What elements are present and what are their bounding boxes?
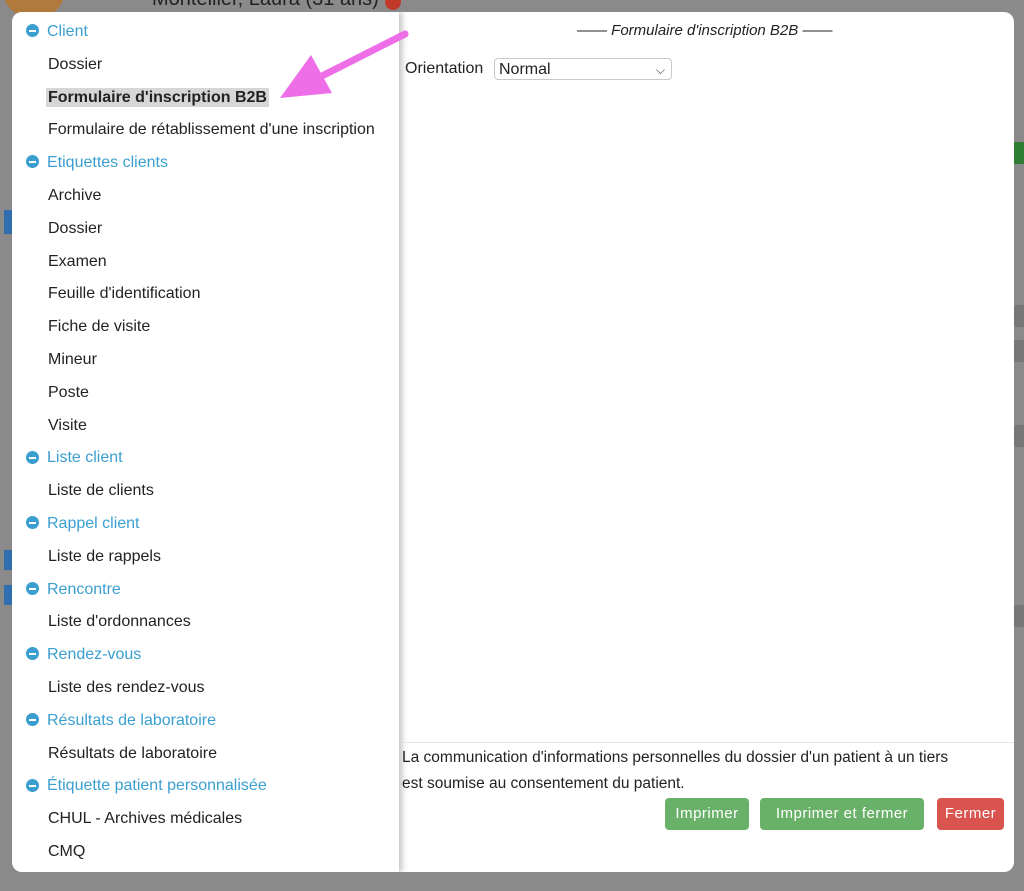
orientation-select[interactable]: Normal ⌵ (494, 58, 672, 80)
consent-notice: La communication d'informations personne… (402, 742, 1014, 797)
tree-item[interactable]: Liste de rappels (12, 542, 163, 572)
background-marker (4, 585, 12, 605)
tree-item[interactable]: Dossier (12, 50, 104, 80)
tree-item[interactable]: Formulaire d'inscription B2B (12, 83, 269, 113)
print-and-close-button[interactable]: Imprimer et fermer (760, 798, 924, 830)
tree-group-label: Résultats de laboratoire (47, 711, 216, 729)
print-button[interactable]: Imprimer (665, 798, 749, 830)
tree-item-label: Liste des rendez-vous (48, 679, 205, 696)
tree-item-label: Résultats de laboratoire (48, 744, 217, 762)
tree-item[interactable]: Visite (12, 411, 89, 441)
collapse-icon[interactable] (26, 778, 39, 792)
tree-item-label: Liste de rappels (48, 547, 161, 565)
tree-item-label: CHUL - Archives médicales (48, 810, 243, 828)
tree-item[interactable]: Liste de clients (12, 476, 156, 506)
tree-item-label: Feuille d'identification (48, 285, 201, 303)
tree-group-label: Rappel client (47, 515, 140, 532)
tree-group[interactable]: Rappel client (12, 509, 140, 539)
tree-item-label: Liste de clients (48, 482, 154, 500)
tree-item-label: Archive (48, 187, 102, 204)
background-marker (4, 210, 12, 234)
consent-notice-line: est soumise au consentement du patient. (402, 775, 685, 792)
tree-group[interactable]: Liste client (12, 443, 123, 473)
tree-item-label: Mineur (48, 351, 97, 368)
tree-group[interactable]: Rencontre (12, 575, 121, 605)
tree-item[interactable]: Examen (12, 247, 109, 277)
print-dialog: Client Dossier Formulaire d'inscription B2… (12, 12, 1014, 872)
report-tree: Client Dossier Formulaire d'inscription B2… (12, 12, 399, 872)
tree-item-label: Dossier (48, 219, 103, 237)
tree-group[interactable]: Rendez-vous (12, 640, 141, 670)
tree-item-label: Liste d'ordonnances (48, 613, 191, 631)
collapse-icon[interactable] (26, 24, 39, 38)
tree-item-label: Formulaire de rétablissement d'une inscr… (48, 121, 375, 139)
tree-group-label: Rendez-vous (47, 646, 142, 664)
tree-group[interactable]: Résultats de laboratoire (12, 706, 216, 736)
tree-group-label: Liste client (47, 449, 123, 467)
close-button[interactable]: Fermer (937, 798, 1004, 830)
background-marker (4, 550, 12, 570)
tree-group-label: Client (47, 23, 88, 40)
tree-item[interactable]: Feuille d'identification (12, 279, 202, 309)
collapse-icon[interactable] (26, 155, 39, 169)
tree-item-label: Visite (48, 416, 87, 434)
collapse-icon[interactable] (26, 713, 39, 727)
tree-item-label: CMQ (48, 843, 86, 860)
collapse-icon[interactable] (26, 647, 39, 661)
tree-item-label: Examen (48, 252, 107, 270)
tree-item[interactable]: Liste des rendez-vous (12, 673, 207, 703)
collapse-icon[interactable] (26, 581, 39, 595)
alert-icon (385, 0, 401, 10)
tree-item[interactable]: Poste (12, 378, 91, 408)
chevron-down-icon: ⌵ (655, 63, 665, 77)
orientation-value: Normal (499, 61, 551, 78)
form-title: —— Formulaire d'inscription B2B —— (577, 22, 833, 39)
consent-notice-line: La communication d'informations personne… (402, 749, 949, 766)
tree-item[interactable]: Résultats de laboratoire (12, 739, 219, 769)
tree-group[interactable]: Étiquette patient personnalisée (12, 771, 267, 801)
tree-item-label: Dossier (48, 55, 103, 73)
tree-item[interactable]: Fiche de visite (12, 312, 152, 342)
tree-group[interactable]: Etiquettes clients (12, 148, 168, 178)
tree-group-label: Etiquettes clients (47, 154, 168, 172)
tree-item[interactable]: Archive (12, 181, 103, 211)
orientation-label: Orientation (405, 60, 484, 77)
tree-group-label: Étiquette patient personnalisée (47, 777, 267, 795)
tree-item-label: Formulaire d'inscription B2B (46, 87, 269, 107)
tree-item[interactable]: Mineur (12, 345, 99, 375)
tree-group[interactable]: Client (12, 17, 88, 47)
tree-item[interactable]: Formulaire de rétablissement d'une inscr… (12, 115, 377, 145)
collapse-icon[interactable] (26, 450, 39, 464)
tree-item[interactable]: Dossier (12, 214, 104, 244)
tree-group-label: Rencontre (47, 580, 121, 598)
tree-item-label: Poste (48, 383, 89, 401)
collapse-icon[interactable] (26, 516, 39, 530)
tree-item-label: Fiche de visite (48, 318, 151, 336)
tree-item[interactable]: Liste d'ordonnances (12, 607, 193, 637)
tree-item[interactable]: CHUL - Archives médicales (12, 804, 244, 834)
patient-name: Montellier, Laura (31 ans) (152, 0, 379, 11)
tree-item[interactable]: CMQ (12, 837, 87, 867)
